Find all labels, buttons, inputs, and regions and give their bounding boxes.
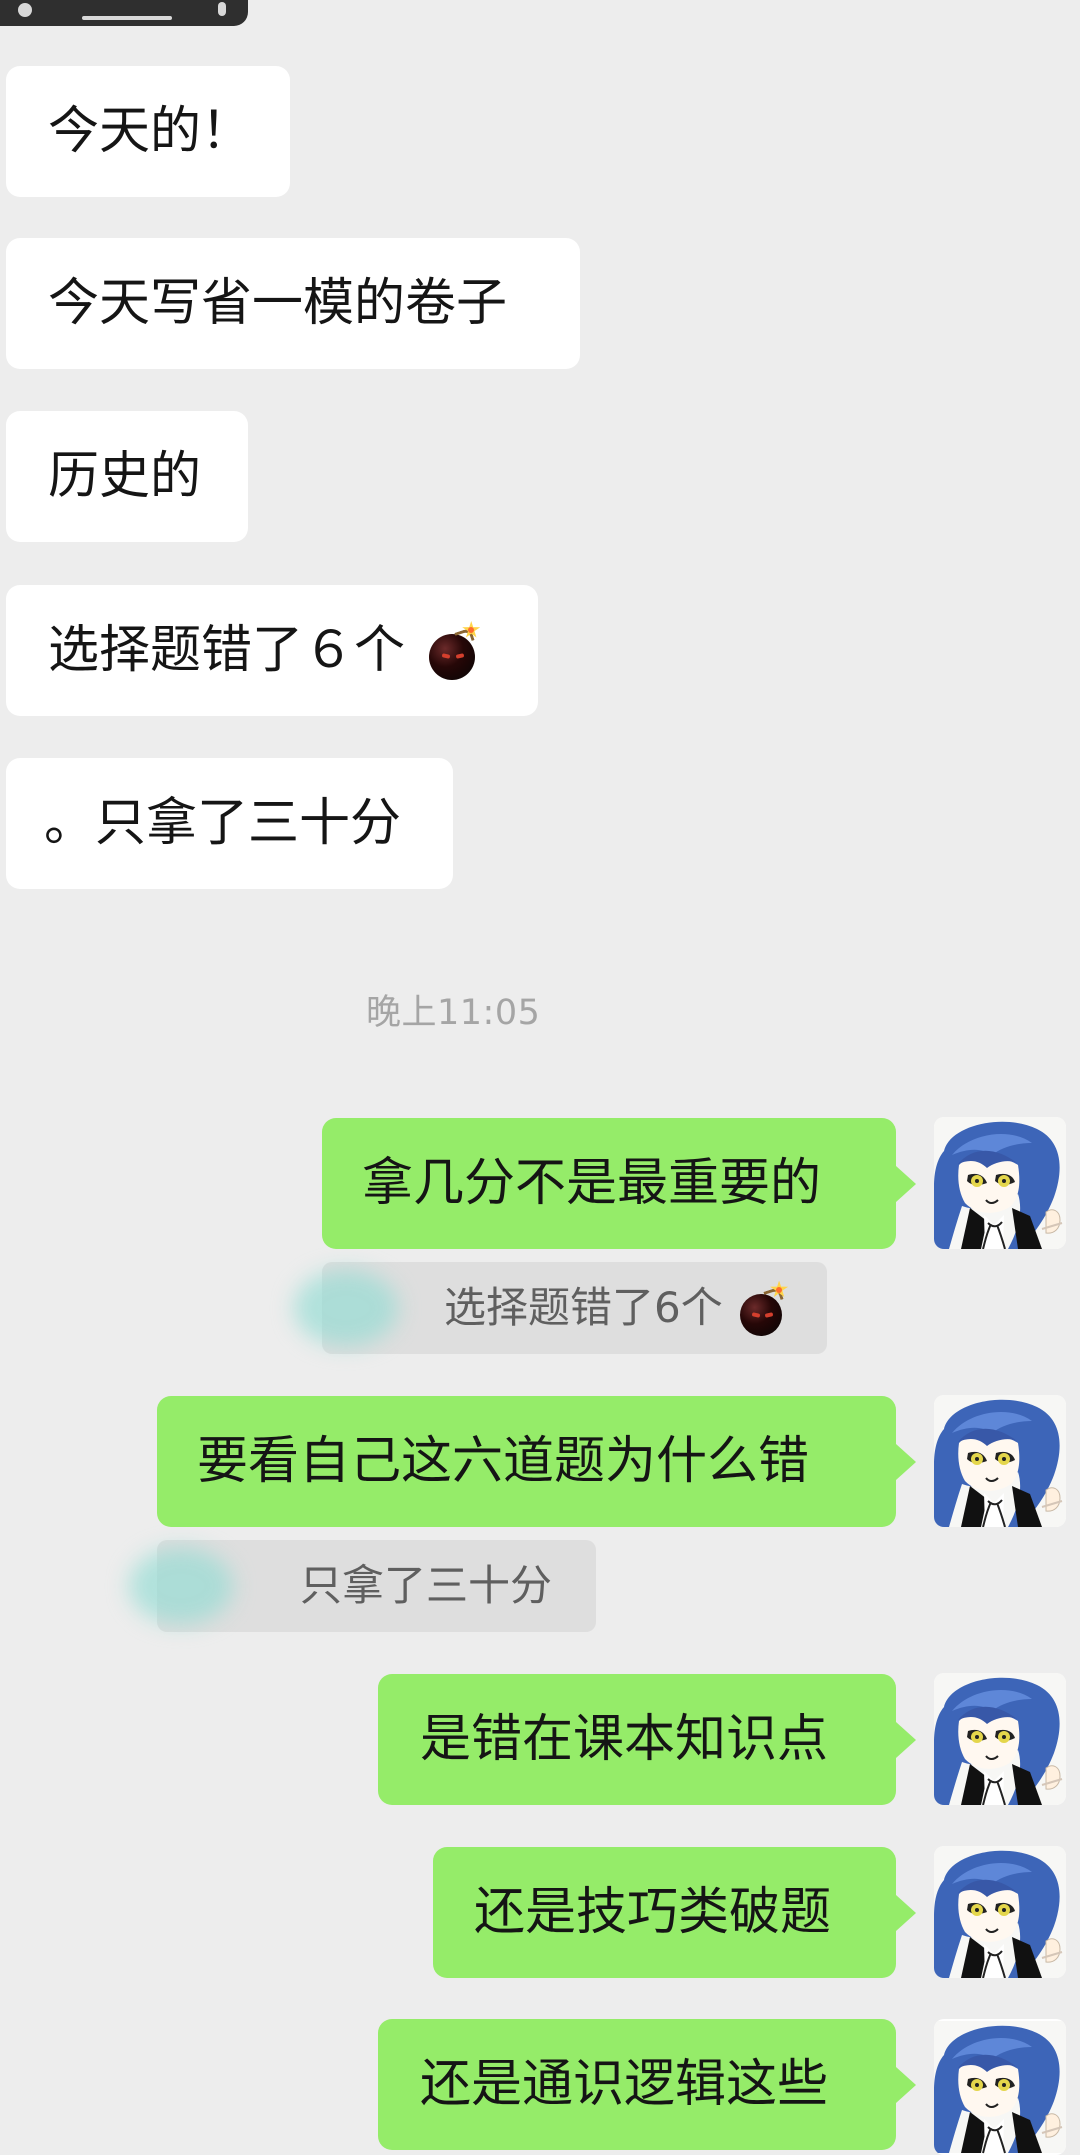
avatar-image xyxy=(934,1673,1066,1805)
outgoing-message[interactable]: 还是通识逻辑这些 xyxy=(378,2019,916,2150)
message-text: 还是通识逻辑这些 xyxy=(420,2055,829,2114)
avatar[interactable] xyxy=(934,1673,1066,1805)
avatar[interactable] xyxy=(934,1846,1066,1978)
home-indicator xyxy=(82,16,172,20)
bomb-icon xyxy=(736,1280,790,1336)
incoming-message[interactable]: 今天写省一模的卷子 xyxy=(6,238,580,369)
message-text: 。只拿了三十分 xyxy=(44,794,402,853)
quoted-text: 只拿了三十分 xyxy=(300,1561,553,1610)
status-bar xyxy=(0,0,248,26)
message-text: 还是技巧类破题 xyxy=(474,1883,832,1942)
incoming-message[interactable]: 。只拿了三十分 xyxy=(6,758,453,889)
message-text: 是错在课本知识点 xyxy=(420,1710,829,1769)
incoming-message[interactable]: 选择题错了６个 xyxy=(6,585,538,716)
message-text: 要看自己这六道题为什么错 xyxy=(197,1432,810,1491)
microphone-icon xyxy=(218,2,226,16)
avatar-image xyxy=(934,2019,1066,2155)
outgoing-message[interactable]: 拿几分不是最重要的 xyxy=(322,1118,916,1249)
message-text: 选择题错了６个 xyxy=(48,621,406,680)
incoming-message[interactable]: 今天的！ xyxy=(6,66,290,197)
avatar-image xyxy=(934,1846,1066,1978)
globe-icon xyxy=(18,3,32,17)
avatar-image xyxy=(934,1395,1066,1527)
quoted-message[interactable]: 只拿了三十分 xyxy=(129,1540,596,1632)
blurred-name xyxy=(129,1548,233,1624)
quoted-message[interactable]: 选择题错了6个 xyxy=(294,1262,827,1354)
outgoing-message[interactable]: 要看自己这六道题为什么错 xyxy=(157,1396,916,1527)
avatar-image xyxy=(934,1117,1066,1249)
bomb-icon xyxy=(425,621,483,680)
outgoing-message[interactable]: 是错在课本知识点 xyxy=(378,1674,916,1805)
avatar[interactable] xyxy=(934,2019,1066,2155)
outgoing-message[interactable]: 还是技巧类破题 xyxy=(433,1847,916,1978)
message-timestamp: 晚上11:05 xyxy=(366,993,541,1033)
message-text: 拿几分不是最重要的 xyxy=(362,1154,822,1213)
incoming-message[interactable]: 历史的 xyxy=(6,411,248,542)
message-text: 今天写省一模的卷子 xyxy=(48,274,508,333)
message-text: 今天的！ xyxy=(48,102,253,161)
quoted-text: 选择题错了6个 xyxy=(444,1262,790,1354)
blurred-name xyxy=(294,1270,398,1346)
message-text: 历史的 xyxy=(48,447,202,506)
avatar[interactable] xyxy=(934,1117,1066,1249)
avatar[interactable] xyxy=(934,1395,1066,1527)
